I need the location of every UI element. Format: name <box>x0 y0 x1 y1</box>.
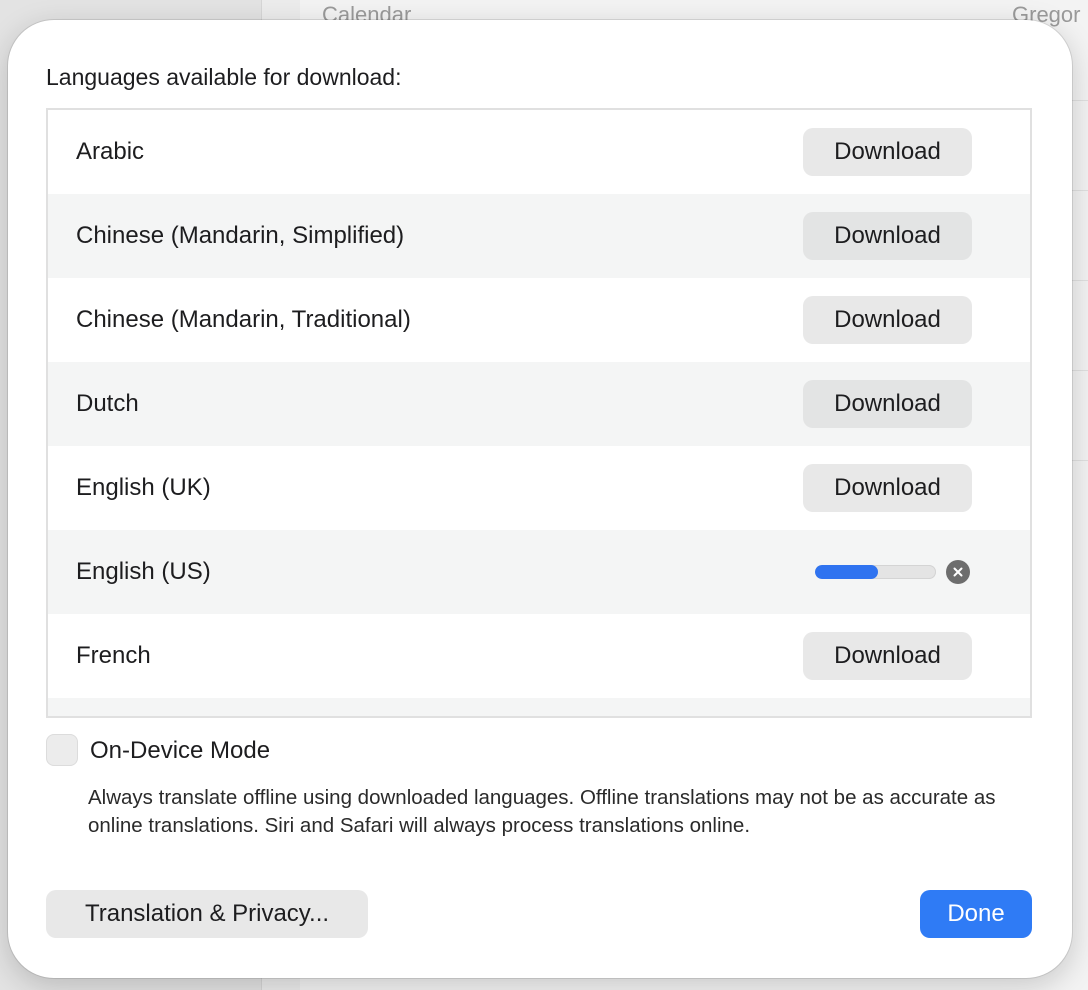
language-row-chinese-traditional: Chinese (Mandarin, Traditional) Download <box>48 278 1030 362</box>
download-button-english-uk[interactable]: Download <box>803 464 972 512</box>
language-name: Dutch <box>76 390 139 417</box>
language-row-partial <box>48 698 1030 716</box>
languages-sheet: Languages available for download: Arabic… <box>8 20 1072 978</box>
on-device-mode-label[interactable]: On-Device Mode <box>90 737 270 765</box>
download-button-french[interactable]: Download <box>803 632 972 680</box>
cancel-download-button[interactable] <box>946 560 970 584</box>
download-button-dutch[interactable]: Download <box>803 380 972 428</box>
language-name: Chinese (Mandarin, Traditional) <box>76 306 411 333</box>
language-row-french: French Download <box>48 614 1030 698</box>
sheet-heading: Languages available for download: <box>46 64 402 90</box>
language-row-english-uk: English (UK) Download <box>48 446 1030 530</box>
translation-privacy-button[interactable]: Translation & Privacy... <box>46 890 368 938</box>
close-icon <box>953 567 963 577</box>
language-name: English (UK) <box>76 474 211 501</box>
language-name: English (US) <box>76 558 211 585</box>
download-button-chinese-traditional[interactable]: Download <box>803 296 972 344</box>
language-list[interactable]: Arabic Download Chinese (Mandarin, Simpl… <box>46 108 1032 718</box>
language-name: Chinese (Mandarin, Simplified) <box>76 222 405 249</box>
download-button-arabic[interactable]: Download <box>803 128 972 176</box>
language-row-chinese-simplified: Chinese (Mandarin, Simplified) Download <box>48 194 1030 278</box>
language-row-english-us: English (US) <box>48 530 1030 614</box>
language-row-dutch: Dutch Download <box>48 362 1030 446</box>
on-device-mode-checkbox[interactable] <box>46 734 78 766</box>
language-name: Arabic <box>76 138 145 165</box>
done-button[interactable]: Done <box>920 890 1032 938</box>
download-progress-bar <box>815 565 936 579</box>
language-row-arabic: Arabic Download <box>48 110 1030 194</box>
download-progress-fill <box>815 565 878 579</box>
language-name: French <box>76 642 151 669</box>
download-button-chinese-simplified[interactable]: Download <box>803 212 972 260</box>
on-device-help-text: Always translate offline using downloade… <box>88 786 996 837</box>
